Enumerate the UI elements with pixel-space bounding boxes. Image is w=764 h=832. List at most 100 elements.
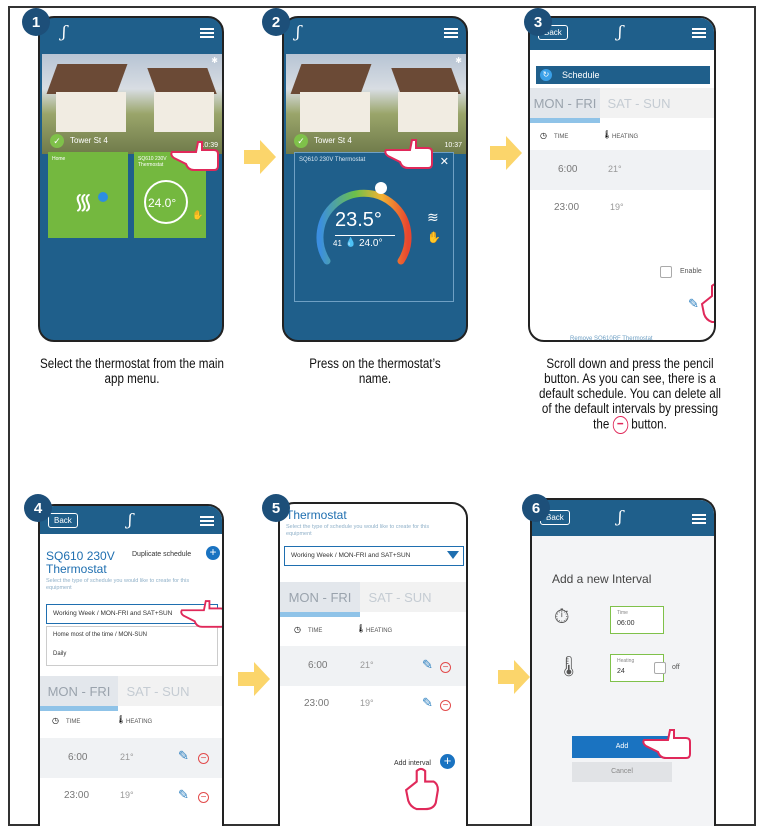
back-button[interactable]: Back — [48, 513, 78, 528]
row-temp: 19° — [360, 698, 374, 708]
duplicate-schedule-label: Duplicate schedule — [132, 551, 192, 558]
add-icon[interactable]: + — [206, 546, 220, 560]
tile-home[interactable]: Home ᯾ — [48, 152, 128, 238]
clock-icon: ◷ — [540, 131, 547, 140]
thermometer-icon: 🌡 — [556, 656, 582, 678]
tab-mon-fri[interactable]: MON - FRI — [40, 676, 118, 706]
enable-label: Enable — [680, 268, 702, 275]
col-time: TIME — [308, 628, 323, 634]
row-time: 23:00 — [64, 790, 90, 801]
step-5-badge: 5 — [262, 494, 290, 522]
off-label: off — [672, 664, 680, 671]
option-home[interactable]: Home most of the time / MON-SUN — [53, 632, 147, 638]
step-1-caption: Select the thermostat from the main app … — [40, 356, 224, 386]
pencil-edit-icon[interactable]: ✎ — [178, 787, 189, 803]
schedule-row: 23:00 19° ✎ − — [280, 686, 466, 726]
pencil-edit-icon[interactable]: ✎ — [178, 748, 189, 764]
selected-type: Working Week / MON-FRI and SAT+SUN — [291, 552, 411, 559]
hand-icon: ✋ — [192, 210, 204, 220]
pointer-hand-icon — [170, 141, 219, 171]
minus-circle-icon: − — [612, 416, 629, 434]
row-time: 6:00 — [558, 164, 578, 175]
app-logo: ʃ — [62, 22, 67, 41]
schedule-header: ↻ Schedule — [536, 66, 710, 84]
row-temp: 21° — [608, 164, 622, 174]
close-icon[interactable]: ✕ — [440, 155, 449, 168]
row-time: 23:00 — [304, 698, 330, 709]
time-field[interactable]: Time 06:00 — [610, 606, 664, 634]
tab-sat-sun[interactable]: SAT - SUN — [604, 88, 674, 118]
tab-mon-fri[interactable]: MON - FRI — [530, 88, 600, 118]
schedule-row: 23:00 19° — [530, 190, 714, 230]
app-logo: ʃ — [296, 22, 301, 41]
set-temp: 24.0° — [359, 238, 383, 249]
row-temp: 19° — [120, 790, 134, 800]
heating-value: 24 — [617, 668, 625, 675]
settings-icon[interactable]: ✱ — [211, 56, 218, 65]
settings-icon[interactable]: ✱ — [455, 56, 462, 65]
schedule-type-select[interactable]: Working Week / MON-FRI and SAT+SUN — [284, 546, 464, 566]
schedule-hint: Select the type of schedule you would li… — [46, 578, 190, 591]
step-3-badge: 3 — [524, 8, 552, 36]
location-photo[interactable]: ✓ Tower St 4 10:37 ✱ — [286, 54, 466, 154]
tab-sat-sun[interactable]: SAT - SUN — [120, 676, 196, 706]
add-icon[interactable]: + — [440, 754, 455, 769]
arrow-right-icon — [238, 662, 270, 696]
thermometer-icon: 🌡 — [602, 130, 613, 139]
arrow-right-icon — [490, 136, 522, 170]
row-time: 6:00 — [308, 660, 328, 671]
remove-thermostat-link[interactable]: Remove SQ610RF Thermostat — [570, 336, 653, 340]
thermostat-popup: SQ610 230V Thermostat ✕ 23.5° 41 💧 24.0°… — [294, 152, 454, 302]
remove-interval-icon[interactable]: − — [440, 700, 451, 711]
remove-interval-icon[interactable]: − — [198, 792, 209, 803]
tab-mon-fri[interactable]: MON - FRI — [280, 582, 360, 612]
hand-mode-icon: ✋ — [427, 232, 441, 244]
step-6-phone: Back ʃ Add a new Interval ⏱ Time 06:00 🌡… — [530, 498, 716, 826]
hamburger-menu-icon[interactable] — [200, 516, 214, 526]
step-1-phone: ʃ ✓ Tower St 4 10:39 ✱ Home ᯾ SQ610 230V… — [38, 16, 224, 342]
popup-title[interactable]: SQ610 230V Thermostat — [299, 157, 365, 163]
location-name: Tower St 4 — [314, 136, 352, 145]
enable-checkbox[interactable] — [660, 266, 672, 278]
check-icon: ✓ — [50, 134, 64, 148]
humidity-value: 41 — [333, 239, 342, 248]
device-title: Thermostat — [286, 508, 347, 522]
cancel-button[interactable]: Cancel — [572, 762, 672, 782]
pointer-hand-icon — [384, 139, 433, 169]
check-icon: ✓ — [294, 134, 308, 148]
pencil-edit-icon[interactable]: ✎ — [422, 695, 433, 711]
hamburger-menu-icon[interactable] — [200, 28, 214, 38]
wifi-icon: ᯾ — [74, 189, 93, 214]
step-3-caption-text: Scroll down and press the pencil button.… — [538, 356, 722, 432]
off-checkbox[interactable] — [654, 662, 666, 674]
pointer-hand-icon — [180, 600, 222, 628]
device-title: SQ610 230V Thermostat — [46, 550, 115, 576]
app-logo: ʃ — [618, 22, 623, 41]
pointer-hand-icon — [700, 283, 714, 323]
app-logo: ʃ — [128, 510, 133, 529]
tab-sat-sun[interactable]: SAT - SUN — [362, 582, 438, 612]
hamburger-menu-icon[interactable] — [692, 28, 706, 38]
time-value: 06:00 — [617, 620, 635, 627]
schedule-row: 6:00 21° ✎ − — [280, 646, 466, 686]
dropdown-options: Home most of the time / MON-SUN Daily — [46, 626, 218, 666]
timestamp: 10:37 — [444, 142, 462, 149]
schedule-row: 6:00 21° — [530, 150, 714, 190]
device-title-line2: Thermostat — [46, 562, 107, 576]
pointer-hand-icon — [404, 767, 439, 811]
pencil-edit-icon[interactable]: ✎ — [688, 296, 699, 312]
option-daily[interactable]: Daily — [53, 651, 66, 657]
pointer-hand-icon — [642, 729, 691, 759]
step-3-caption: Scroll down and press the pencil button.… — [535, 356, 724, 434]
schedule-title: Schedule — [562, 70, 600, 80]
hamburger-menu-icon[interactable] — [444, 28, 458, 38]
dialog-title: Add a new Interval — [552, 572, 652, 586]
pencil-edit-icon[interactable]: ✎ — [422, 657, 433, 673]
time-label: Time — [617, 610, 628, 616]
step-6-badge: 6 — [522, 494, 550, 522]
schedule-row: 23:00 19° ✎ − — [40, 778, 222, 818]
hamburger-menu-icon[interactable] — [692, 514, 706, 524]
remove-interval-icon[interactable]: − — [198, 753, 209, 764]
heating-icon: ≋ — [427, 209, 439, 225]
remove-interval-icon[interactable]: − — [440, 662, 451, 673]
